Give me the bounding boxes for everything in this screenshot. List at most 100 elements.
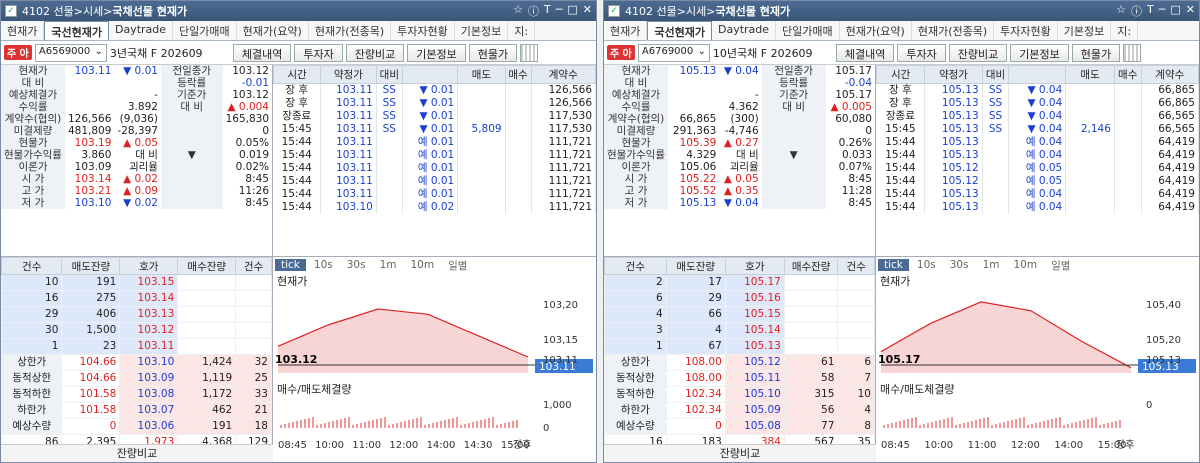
toolbar-button-3[interactable]: 기본정보	[407, 43, 466, 62]
star-icon[interactable]: ☆	[1116, 3, 1126, 19]
toolbar-button-3[interactable]: 기본정보	[1010, 43, 1069, 62]
bid-row[interactable]: 상한가 108.00 105.12 61 6	[604, 354, 875, 371]
ask-row[interactable]: 6 29 105.16	[604, 290, 875, 307]
chart-tab-1[interactable]: 10s	[911, 259, 942, 271]
svg-text:105,20: 105,20	[1146, 335, 1181, 346]
tab-5[interactable]: 현재가(전종목)	[309, 21, 392, 40]
svg-text:10:00: 10:00	[315, 440, 344, 451]
chart-tab-3[interactable]: 1m	[977, 259, 1006, 271]
table-row: 장 후 105.13 SS ▼ 0.04 66,865	[876, 83, 1199, 97]
tab-4[interactable]: 현재가(요약)	[237, 21, 309, 40]
chart-tab-1[interactable]: 10s	[308, 259, 339, 271]
table-row: 15:44 103.11 예 0.01 111,721	[273, 188, 596, 201]
table-row: 15:44 105.13 예 0.04 64,419	[876, 149, 1199, 162]
chart-tab-0[interactable]: tick	[878, 259, 909, 271]
bid-row[interactable]: 하한가 102.34 105.09 56 4	[604, 402, 875, 419]
chart-tab-4[interactable]: 10m	[1008, 259, 1044, 271]
chart-tab-3[interactable]: 1m	[374, 259, 403, 271]
chart-tab-5[interactable]: 일별	[1045, 258, 1076, 273]
chevron-down-icon[interactable]: ⌄	[95, 46, 103, 60]
maximize-icon[interactable]: □	[567, 3, 577, 19]
tab-0[interactable]: 현재가	[604, 21, 648, 40]
tab-5[interactable]: 현재가(전종목)	[912, 21, 995, 40]
window-3y: ✓ 4102 선물>시세>국채선물 현재가 ☆ ⓘ T ─ □ ✕ 현재가 국선현재가 Daytra…	[0, 0, 597, 463]
bid-row[interactable]: 하한가 101.58 103.07 462 21	[1, 402, 272, 419]
tab-8[interactable]: 지:	[1111, 21, 1139, 40]
toolbar-button-4[interactable]: 현물가	[1071, 43, 1121, 62]
close-icon[interactable]: ✕	[583, 3, 592, 19]
info-icon[interactable]: ⓘ	[528, 3, 539, 19]
ask-row[interactable]: 2 17 105.17	[604, 274, 875, 291]
ask-row[interactable]: 3 4 105.14	[604, 322, 875, 339]
toolbar-button-2[interactable]: 잔량비교	[345, 43, 405, 62]
minimize-icon[interactable]: ─	[1159, 3, 1166, 19]
bid-row[interactable]: 상한가 104.66 103.10 1,424 32	[1, 354, 272, 371]
chevron-down-icon[interactable]: ⌄	[698, 46, 706, 60]
tab-6[interactable]: 투자자현황	[391, 21, 455, 40]
orderbook: 건수 매도잔량 호가 매수잔량 건수 10 191 103.15 16 275 103.14 29 40…	[1, 257, 273, 462]
title-bar: ✓ 4102 선물>시세>국채선물 현재가 ☆ ⓘ T ─ □ ✕	[1, 1, 596, 21]
code-input[interactable]: A6769000 ⌄	[637, 43, 710, 62]
toolbar-button-1[interactable]: 투자자	[294, 43, 343, 62]
star-icon[interactable]: ☆	[513, 3, 523, 19]
info-icon[interactable]: ⓘ	[1131, 3, 1142, 19]
ask-row[interactable]: 29 406 103.13	[1, 306, 272, 323]
price-chart[interactable]: tick 10s 30s 1m 10m 일별 현재가 103.12 103.11 매수/매도체결량…	[273, 257, 596, 457]
toolbar-button-0[interactable]: 체결내역	[835, 43, 895, 62]
bid-row[interactable]: 동적상한 104.66 103.09 1,119 25	[1, 370, 272, 387]
grid-icon[interactable]	[520, 43, 539, 62]
toolbar-button-1[interactable]: 투자자	[897, 43, 946, 62]
check-icon[interactable]: ✓	[5, 5, 17, 17]
tab-7[interactable]: 기본정보	[455, 21, 509, 40]
bid-row[interactable]: 동적하한 102.34 105.10 315 10	[604, 386, 875, 403]
bid-row[interactable]: 예상수량 0 105.08 77 8	[604, 418, 875, 435]
tab-3[interactable]: 단일가매매	[173, 21, 237, 40]
ask-row[interactable]: 10 191 103.15	[1, 274, 272, 291]
tab-4[interactable]: 현재가(요약)	[840, 21, 912, 40]
toolbar-button-0[interactable]: 체결내역	[232, 43, 292, 62]
bid-row[interactable]: 동적하한 101.58 103.08 1,172 33	[1, 386, 272, 403]
bid-row[interactable]: 예상수량 0 103.06 191 18	[1, 418, 272, 435]
tab-8[interactable]: 지:	[508, 21, 536, 40]
tab-3[interactable]: 단일가매매	[776, 21, 840, 40]
tab-1[interactable]: 국선현재가	[647, 21, 712, 40]
window-controls[interactable]: ☆ ⓘ T ─ □ ✕	[1116, 3, 1195, 19]
minimize-icon[interactable]: ─	[556, 3, 563, 19]
chart-tabs: tick 10s 30s 1m 10m 일별	[876, 257, 1199, 273]
tab-2[interactable]: Daytrade	[109, 21, 174, 40]
tab-6[interactable]: 투자자현황	[994, 21, 1058, 40]
tab-7[interactable]: 기본정보	[1058, 21, 1112, 40]
svg-text:매수/매도체결량: 매수/매도체결량	[277, 383, 352, 396]
table-row: 15:44 105.13 예 0.04 64,419	[876, 136, 1199, 149]
svg-text:08:45: 08:45	[278, 440, 307, 451]
chart-tab-2[interactable]: 30s	[341, 259, 372, 271]
text-icon[interactable]: T	[1147, 3, 1154, 19]
price-chart[interactable]: tick 10s 30s 1m 10m 일별 현재가 105.17 105.13 매수/매도체결량…	[876, 257, 1199, 457]
ask-row[interactable]: 4 66 105.15	[604, 306, 875, 323]
text-icon[interactable]: T	[544, 3, 551, 19]
code-input[interactable]: A6569000 ⌄	[34, 43, 107, 62]
bid-row[interactable]: 동적상한 108.00 105.11 58 7	[604, 370, 875, 387]
check-icon[interactable]: ✓	[608, 5, 620, 17]
ask-row[interactable]: 30 1,500 103.12	[1, 322, 272, 339]
chart-tab-5[interactable]: 일별	[442, 258, 473, 273]
ask-row[interactable]: 1 23 103.11	[1, 338, 272, 355]
chart-tab-2[interactable]: 30s	[944, 259, 975, 271]
tick-table[interactable]: 시간 약정가 대비 매도 매수 계약수 장 후 105.13 SS ▼ 0.04 66,865 장 …	[875, 65, 1199, 256]
maximize-icon[interactable]: □	[1170, 3, 1180, 19]
ask-row[interactable]: 1 67 105.13	[604, 338, 875, 355]
chart-tab-0[interactable]: tick	[275, 259, 306, 271]
toolbar-button-2[interactable]: 잔량비교	[948, 43, 1008, 62]
svg-text:14:00: 14:00	[427, 440, 456, 451]
tab-0[interactable]: 현재가	[1, 21, 45, 40]
close-icon[interactable]: ✕	[1186, 3, 1195, 19]
tab-2[interactable]: Daytrade	[712, 21, 777, 40]
chart-tab-4[interactable]: 10m	[405, 259, 441, 271]
grid-icon[interactable]	[1123, 43, 1142, 62]
tick-table[interactable]: 시간 약정가 대비 매도 매수 계약수 장 후 103.11 SS ▼ 0.01 126,566 장…	[273, 65, 596, 256]
svg-text:현재가: 현재가	[880, 275, 910, 288]
toolbar-button-4[interactable]: 현물가	[468, 43, 518, 62]
ask-row[interactable]: 16 275 103.14	[1, 290, 272, 307]
tab-1[interactable]: 국선현재가	[44, 21, 109, 40]
window-controls[interactable]: ☆ ⓘ T ─ □ ✕	[513, 3, 592, 19]
